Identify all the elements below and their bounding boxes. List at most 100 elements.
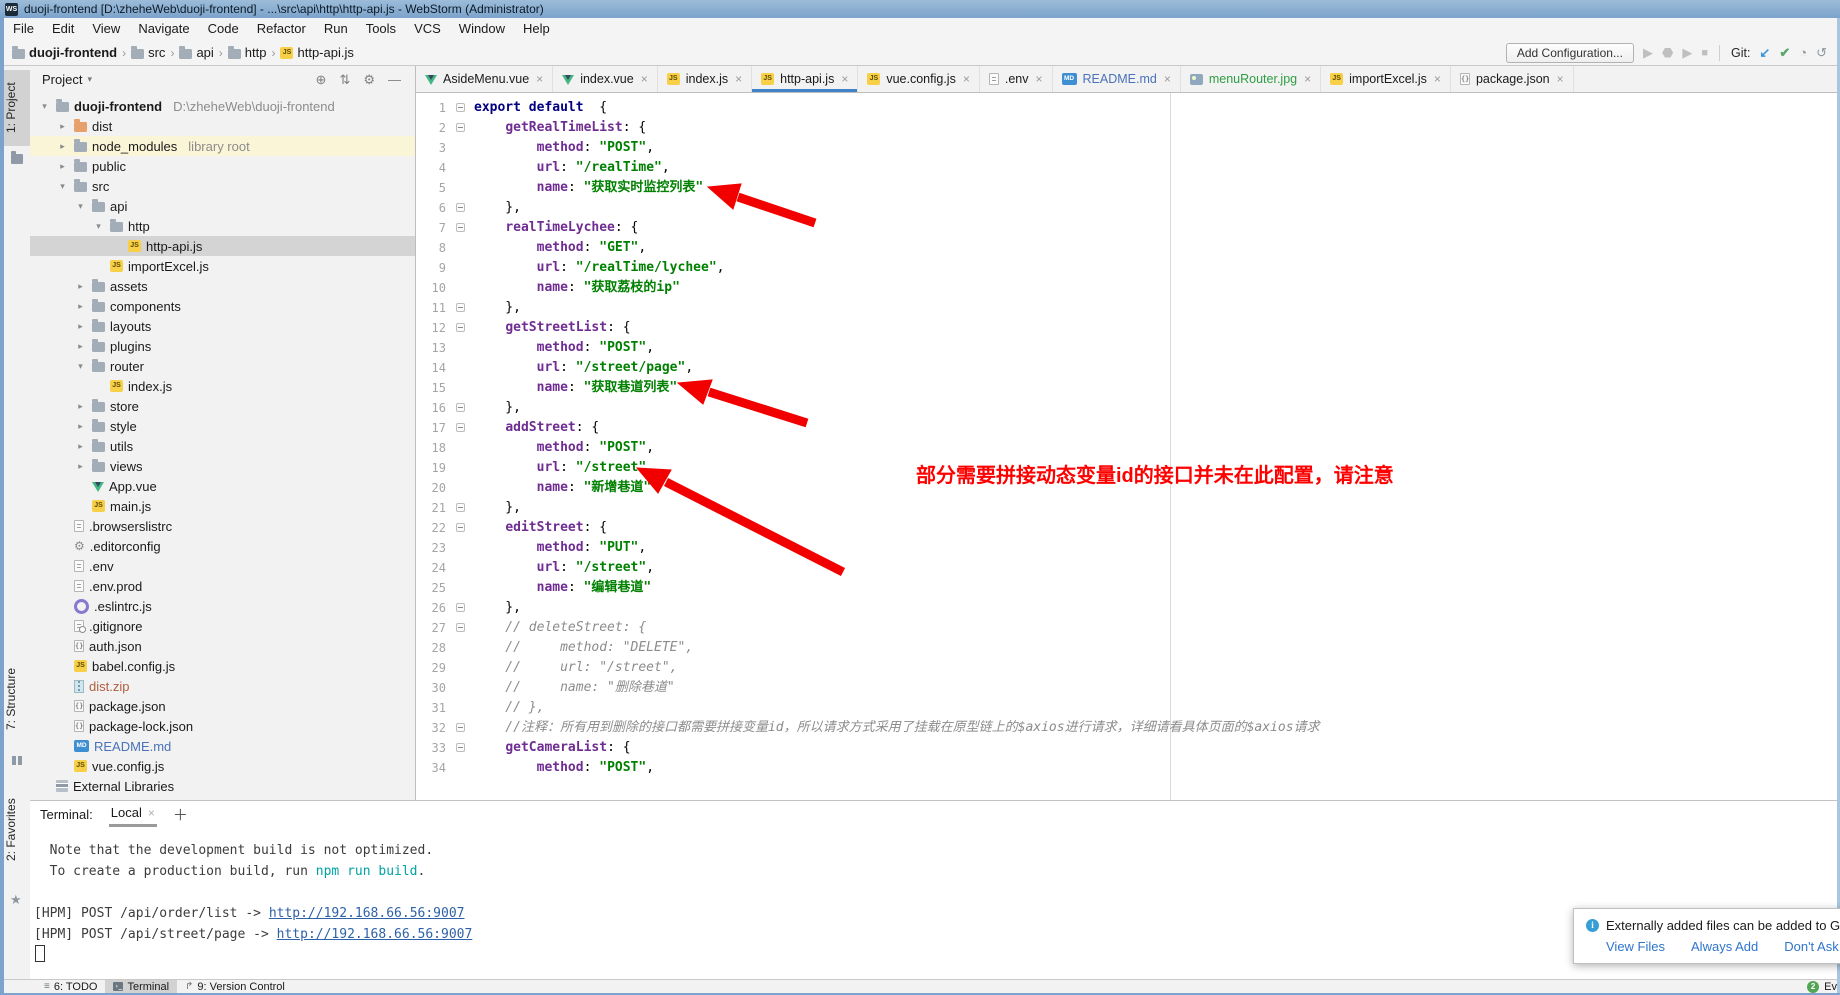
view-files-link[interactable]: View Files <box>1606 939 1665 954</box>
tree-item-duoji-frontend[interactable]: ▾duoji-frontendD:\zheheWeb\duoji-fronten… <box>30 96 415 116</box>
close-icon[interactable]: × <box>1035 72 1042 86</box>
tree-item-readme-md[interactable]: MDREADME.md <box>30 736 415 756</box>
close-icon[interactable]: × <box>963 72 970 86</box>
status-terminal[interactable]: ›_ Terminal <box>105 980 177 993</box>
terminal-console[interactable]: Note that the development build is not o… <box>30 828 1837 966</box>
fold-marker-icon[interactable] <box>452 418 474 438</box>
breadcrumb-item-api[interactable]: api <box>179 45 213 60</box>
history-clock-icon[interactable]: ◔ <box>1799 45 1807 61</box>
chevron-collapsed-icon[interactable]: ▸ <box>74 441 87 452</box>
chevron-collapsed-icon[interactable]: ▸ <box>56 161 69 172</box>
tree-item-package-lock-json[interactable]: {}package-lock.json <box>30 716 415 736</box>
run-icon[interactable]: ▶ <box>1643 45 1653 61</box>
chevron-collapsed-icon[interactable]: ▸ <box>74 401 87 412</box>
tree-item-env-prod[interactable]: .env.prod <box>30 576 415 596</box>
editor-tab-env[interactable]: .env× <box>980 66 1053 92</box>
project-folder-icon[interactable] <box>11 154 23 164</box>
chevron-expanded-icon[interactable]: ▾ <box>74 361 87 372</box>
editor-tab-readme-md[interactable]: MDREADME.md× <box>1053 66 1181 92</box>
editor-tab-index-js[interactable]: JSindex.js× <box>658 66 752 92</box>
hide-panel-icon[interactable]: — <box>388 72 401 88</box>
fold-marker-icon[interactable] <box>452 298 474 318</box>
breadcrumb-item-http[interactable]: http <box>228 45 267 60</box>
tree-item-external-libraries[interactable]: External Libraries <box>30 776 415 796</box>
close-icon[interactable]: × <box>148 806 155 820</box>
close-icon[interactable]: × <box>841 72 848 86</box>
chevron-collapsed-icon[interactable]: ▸ <box>56 141 69 152</box>
stop-icon[interactable]: ■ <box>1701 45 1708 61</box>
fold-marker-icon[interactable] <box>452 218 474 238</box>
fold-marker-icon[interactable] <box>452 718 474 738</box>
tree-item-babel-config-js[interactable]: JSbabel.config.js <box>30 656 415 676</box>
chevron-collapsed-icon[interactable]: ▸ <box>74 461 87 472</box>
breadcrumb-item-duoji-frontend[interactable]: duoji-frontend <box>12 45 117 60</box>
editor-tab-index-vue[interactable]: index.vue× <box>553 66 658 92</box>
git-commit-icon[interactable]: ✔ <box>1779 45 1790 61</box>
tree-item-eslintrc-js[interactable]: .eslintrc.js <box>30 596 415 616</box>
chevron-expanded-icon[interactable]: ▾ <box>74 201 87 212</box>
terminal-tab-local[interactable]: Local × <box>109 802 157 827</box>
fold-marker-icon[interactable] <box>452 398 474 418</box>
tool-window-structure-tab[interactable]: 7: Structure <box>4 648 30 750</box>
tree-item-importexcel-js[interactable]: JSimportExcel.js <box>30 256 415 276</box>
breadcrumb-item-src[interactable]: src <box>131 45 165 60</box>
editor-tab-package-json[interactable]: {}package.json× <box>1451 66 1574 92</box>
tree-item-components[interactable]: ▸components <box>30 296 415 316</box>
close-icon[interactable]: × <box>536 72 543 86</box>
editor-tab-importexcel-js[interactable]: JSimportExcel.js× <box>1321 66 1451 92</box>
tree-item-plugins[interactable]: ▸plugins <box>30 336 415 356</box>
tree-item-vue-config-js[interactable]: JSvue.config.js <box>30 756 415 776</box>
fold-marker-icon[interactable] <box>452 318 474 338</box>
close-icon[interactable]: × <box>1164 72 1171 86</box>
tree-item-api[interactable]: ▾api <box>30 196 415 216</box>
chevron-collapsed-icon[interactable]: ▸ <box>74 421 87 432</box>
tree-item-auth-json[interactable]: {}auth.json <box>30 636 415 656</box>
close-icon[interactable]: × <box>1434 72 1441 86</box>
breadcrumb-item-http-api-js[interactable]: JShttp-api.js <box>280 45 353 60</box>
menu-help[interactable]: Help <box>514 18 559 40</box>
tool-window-project-tab[interactable]: 1: Project <box>4 70 30 146</box>
coverage-icon[interactable]: ▶ <box>1682 45 1692 61</box>
always-add-link[interactable]: Always Add <box>1691 939 1758 954</box>
tree-item-dist[interactable]: ▸dist <box>30 116 415 136</box>
tree-item-http-api-js[interactable]: JShttp-api.js <box>30 236 415 256</box>
chevron-expanded-icon[interactable]: ▾ <box>92 221 105 232</box>
fold-marker-icon[interactable] <box>452 598 474 618</box>
favorites-star-icon[interactable]: ★ <box>10 892 22 908</box>
code-editor[interactable]: 1export default {2 getRealTimeList: {3 m… <box>416 93 1837 800</box>
fold-marker-icon[interactable] <box>452 98 474 118</box>
close-icon[interactable]: × <box>1557 72 1564 86</box>
tree-item-http[interactable]: ▾http <box>30 216 415 236</box>
dont-ask-again-link[interactable]: Don't Ask Agai <box>1784 939 1840 954</box>
tree-item-store[interactable]: ▸store <box>30 396 415 416</box>
tree-item-editorconfig[interactable]: ⚙.editorconfig <box>30 536 415 556</box>
terminal-cursor[interactable] <box>35 945 45 962</box>
chevron-collapsed-icon[interactable]: ▸ <box>56 121 69 132</box>
menu-view[interactable]: View <box>83 18 129 40</box>
status-todo[interactable]: ≡ 6: TODO <box>36 980 105 993</box>
tree-item-index-js[interactable]: JSindex.js <box>30 376 415 396</box>
locate-icon[interactable]: ⊕ <box>316 72 327 88</box>
tree-item-app-vue[interactable]: App.vue <box>30 476 415 496</box>
fold-marker-icon[interactable] <box>452 738 474 758</box>
editor-tab-menurouter-jpg[interactable]: menuRouter.jpg× <box>1181 66 1321 92</box>
collapse-all-icon[interactable]: ⇅ <box>339 72 350 88</box>
tree-item-views[interactable]: ▸views <box>30 456 415 476</box>
git-update-icon[interactable]: ↙ <box>1759 45 1770 61</box>
status-version-control[interactable]: ↱ 9: Version Control <box>177 980 293 993</box>
tree-item-node-modules[interactable]: ▸node_moduleslibrary root <box>30 136 415 156</box>
chevron-collapsed-icon[interactable]: ▸ <box>74 341 87 352</box>
menu-vcs[interactable]: VCS <box>405 18 450 40</box>
editor-tab-http-api-js[interactable]: JShttp-api.js× <box>752 66 858 92</box>
close-icon[interactable]: × <box>1304 72 1311 86</box>
tree-item-env[interactable]: .env <box>30 556 415 576</box>
editor-tab-asidemenu-vue[interactable]: AsideMenu.vue× <box>416 66 553 92</box>
menu-navigate[interactable]: Navigate <box>129 18 198 40</box>
debug-bug-icon[interactable]: ⬣ <box>1662 45 1673 61</box>
chevron-collapsed-icon[interactable]: ▸ <box>74 301 87 312</box>
close-icon[interactable]: × <box>641 72 648 86</box>
tree-item-src[interactable]: ▾src <box>30 176 415 196</box>
settings-gear-icon[interactable]: ⚙ <box>363 72 375 88</box>
terminal-link[interactable]: http://192.168.66.56:9007 <box>277 927 473 942</box>
tree-item-router[interactable]: ▾router <box>30 356 415 376</box>
